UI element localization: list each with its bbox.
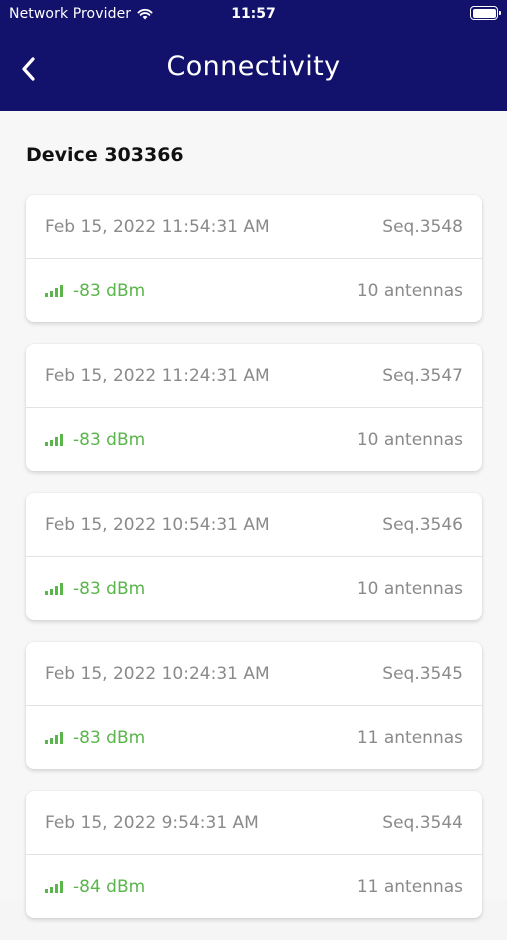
signal-bars-icon bbox=[45, 731, 63, 744]
record-header-row: Feb 15, 2022 10:54:31 AM Seq.3546 bbox=[26, 493, 482, 556]
record-sequence: Seq.3548 bbox=[382, 216, 463, 237]
record-sequence: Seq.3547 bbox=[382, 365, 463, 386]
antenna-count: 11 antennas bbox=[356, 876, 463, 897]
record-card[interactable]: Feb 15, 2022 10:24:31 AM Seq.3545 -83 dB… bbox=[26, 642, 482, 769]
signal-value: -83 dBm bbox=[73, 727, 146, 748]
record-header-row: Feb 15, 2022 11:54:31 AM Seq.3548 bbox=[26, 195, 482, 258]
record-sequence: Seq.3544 bbox=[382, 812, 463, 833]
record-sequence: Seq.3545 bbox=[382, 663, 463, 684]
battery-level bbox=[472, 8, 496, 18]
record-card[interactable]: Feb 15, 2022 11:54:31 AM Seq.3548 -83 dB… bbox=[26, 195, 482, 322]
main-content[interactable]: Device 303366 Feb 15, 2022 11:54:31 AM S… bbox=[0, 111, 507, 918]
signal-bars-icon bbox=[45, 582, 63, 595]
record-card[interactable]: Feb 15, 2022 10:54:31 AM Seq.3546 -83 dB… bbox=[26, 493, 482, 620]
signal-bars-icon bbox=[45, 284, 63, 297]
signal-strength: -83 dBm bbox=[45, 430, 145, 450]
battery-icon bbox=[470, 6, 501, 20]
status-bar: Network Provider 11:57 bbox=[0, 0, 507, 28]
signal-value: -83 dBm bbox=[73, 578, 146, 599]
record-timestamp: Feb 15, 2022 11:24:31 AM bbox=[45, 365, 270, 386]
record-header-row: Feb 15, 2022 9:54:31 AM Seq.3544 bbox=[26, 791, 482, 854]
record-timestamp: Feb 15, 2022 11:54:31 AM bbox=[45, 216, 270, 237]
record-card[interactable]: Feb 15, 2022 11:24:31 AM Seq.3547 -83 dB… bbox=[26, 344, 482, 471]
record-detail-row: -83 dBm 11 antennas bbox=[26, 706, 482, 769]
signal-value: -84 dBm bbox=[73, 876, 146, 897]
signal-value: -83 dBm bbox=[73, 280, 146, 301]
device-title: Device 303366 bbox=[26, 144, 184, 166]
record-timestamp: Feb 15, 2022 10:24:31 AM bbox=[45, 663, 270, 684]
record-list[interactable]: Feb 15, 2022 11:54:31 AM Seq.3548 -83 dB… bbox=[26, 195, 482, 940]
record-card[interactable]: Feb 15, 2022 9:54:31 AM Seq.3544 -84 dBm… bbox=[26, 791, 482, 918]
signal-strength: -83 dBm bbox=[45, 281, 145, 301]
clock: 11:57 bbox=[231, 6, 276, 22]
signal-bars-icon bbox=[45, 433, 63, 446]
signal-strength: -83 dBm bbox=[45, 579, 145, 599]
antenna-count: 11 antennas bbox=[356, 727, 463, 748]
page-title: Connectivity bbox=[166, 51, 341, 82]
antenna-count: 10 antennas bbox=[356, 280, 463, 301]
antenna-count: 10 antennas bbox=[356, 429, 463, 450]
record-timestamp: Feb 15, 2022 9:54:31 AM bbox=[45, 812, 259, 833]
record-detail-row: -83 dBm 10 antennas bbox=[26, 259, 482, 322]
record-sequence: Seq.3546 bbox=[382, 514, 463, 535]
signal-bars-icon bbox=[45, 880, 63, 893]
signal-strength: -84 dBm bbox=[45, 877, 145, 897]
record-timestamp: Feb 15, 2022 10:54:31 AM bbox=[45, 514, 270, 535]
record-detail-row: -84 dBm 11 antennas bbox=[26, 855, 482, 918]
app-header: Network Provider 11:57 Connectivity bbox=[0, 0, 507, 111]
record-header-row: Feb 15, 2022 10:24:31 AM Seq.3545 bbox=[26, 642, 482, 705]
signal-value: -83 dBm bbox=[73, 429, 146, 450]
record-header-row: Feb 15, 2022 11:24:31 AM Seq.3547 bbox=[26, 344, 482, 407]
record-detail-row: -83 dBm 10 antennas bbox=[26, 408, 482, 471]
record-detail-row: -83 dBm 10 antennas bbox=[26, 557, 482, 620]
antenna-count: 10 antennas bbox=[356, 578, 463, 599]
signal-strength: -83 dBm bbox=[45, 728, 145, 748]
